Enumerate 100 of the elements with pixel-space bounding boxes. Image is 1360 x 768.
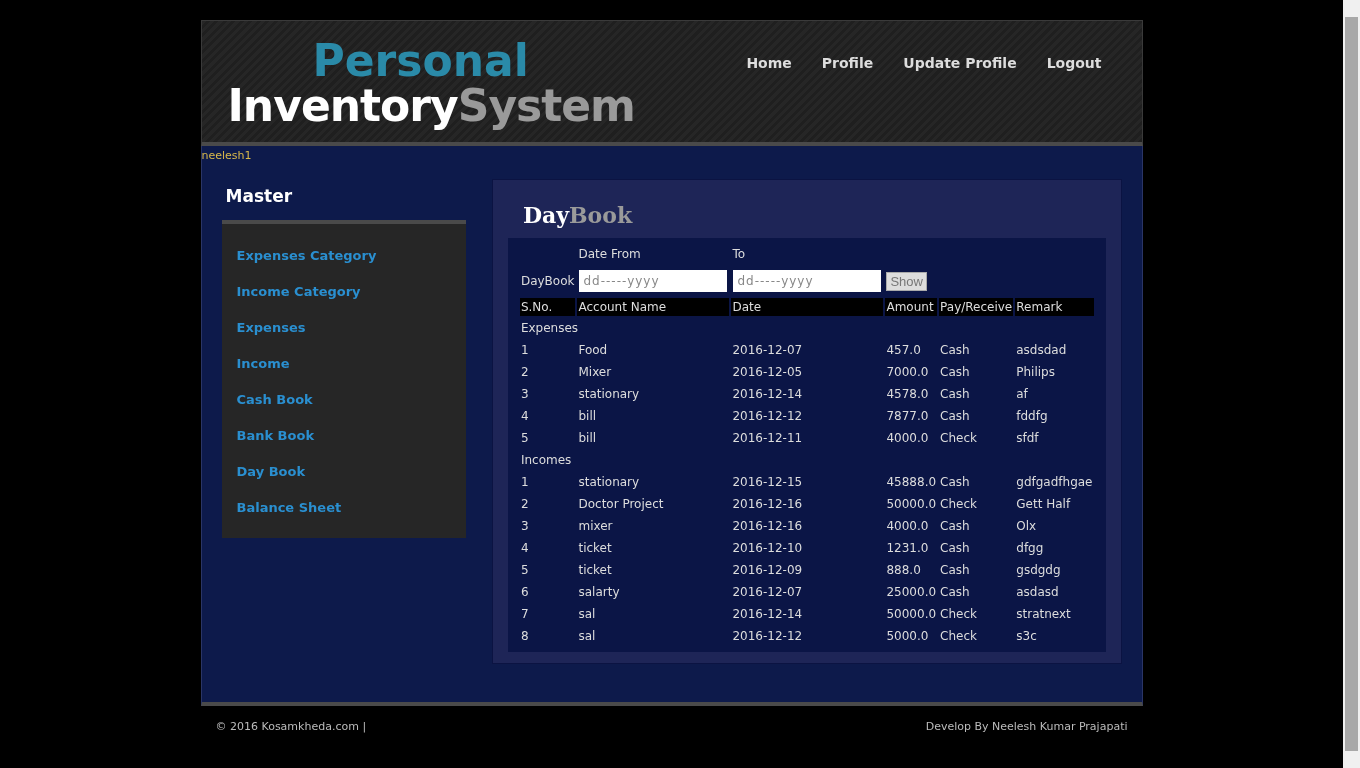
table-cell-text: Check bbox=[939, 628, 978, 645]
table-cell-text: 2016-12-07 bbox=[731, 342, 804, 359]
table-cell-text: Cash bbox=[939, 518, 971, 535]
table-cell-text: gsdgdg bbox=[1015, 562, 1062, 579]
table-cell-text: stationary bbox=[577, 386, 641, 403]
sidebar-title: Master bbox=[224, 185, 294, 208]
section-title: Incomes bbox=[520, 453, 572, 467]
table-cell-text: Cash bbox=[939, 364, 971, 381]
logo-text: Personal bbox=[312, 39, 530, 83]
table-cell-text: Food bbox=[577, 342, 609, 359]
table-cell-text: 4000.0 bbox=[885, 430, 930, 447]
sidebar-link[interactable]: Expenses Category bbox=[236, 238, 451, 274]
date-to-input[interactable]: dd-----yyyy bbox=[732, 269, 883, 293]
table-cell-text: 50000.0 bbox=[885, 496, 938, 513]
table-cell-text: 2016-12-14 bbox=[731, 386, 804, 403]
filter-label: DayBook bbox=[519, 273, 576, 290]
nav-link[interactable]: Logout bbox=[1046, 55, 1102, 71]
sidebar-link[interactable]: Balance Sheet bbox=[236, 490, 451, 526]
column-header: Amount bbox=[885, 298, 938, 316]
nav-link[interactable]: Profile bbox=[821, 55, 874, 71]
table-cell-text: bill bbox=[577, 430, 598, 447]
table-cell-text: sal bbox=[577, 628, 597, 645]
sidebar-link[interactable]: Day Book bbox=[236, 454, 451, 490]
table-cell-text: 1 bbox=[519, 342, 530, 359]
table-cell-text: Olx bbox=[1015, 518, 1038, 535]
table-cell-text: Doctor Project bbox=[577, 496, 665, 513]
column-header: Date bbox=[731, 298, 884, 316]
table-cell-text: 6 bbox=[519, 584, 530, 601]
table-cell-text: ticket bbox=[577, 562, 613, 579]
table-cell-text: 2016-12-15 bbox=[731, 474, 804, 491]
table-cell-text: 4000.0 bbox=[885, 518, 930, 535]
table-cell-text: 7877.0 bbox=[885, 408, 930, 425]
table-cell-text: 4 bbox=[519, 408, 530, 425]
table-cell-text: 2016-12-10 bbox=[731, 540, 804, 557]
scrollbar[interactable] bbox=[1343, 0, 1360, 768]
table-cell-text: mixer bbox=[577, 518, 614, 535]
table-cell-text: gdfgadfhgae bbox=[1015, 474, 1094, 491]
section-title: Expenses bbox=[520, 321, 579, 335]
table-cell-text: stationary bbox=[577, 474, 641, 491]
table-cell-text: stratnext bbox=[1015, 606, 1072, 623]
nav-link[interactable]: Home bbox=[746, 55, 792, 71]
table-cell-text: 5 bbox=[519, 562, 530, 579]
table-cell-text: 1 bbox=[519, 474, 530, 491]
table-cell-text: Cash bbox=[939, 408, 971, 425]
table-cell-text: Mixer bbox=[577, 364, 613, 381]
table-cell-text: 2016-12-14 bbox=[731, 606, 804, 623]
table-cell-text: 457.0 bbox=[885, 342, 922, 359]
table-cell-text: Check bbox=[939, 430, 978, 447]
show-button[interactable]: Show bbox=[886, 271, 927, 291]
sidebar-link[interactable]: Cash Book bbox=[236, 382, 451, 418]
table-cell-text: 7 bbox=[519, 606, 530, 623]
nav-link[interactable]: Update Profile bbox=[903, 55, 1017, 71]
table-cell-text: Gett Half bbox=[1015, 496, 1072, 513]
column-header: Remark bbox=[1015, 298, 1094, 316]
table-cell-text: dfgg bbox=[1015, 540, 1045, 557]
table-cell-text: 4578.0 bbox=[885, 386, 930, 403]
table-cell-text: Cash bbox=[939, 474, 971, 491]
table-cell-text: 50000.0 bbox=[885, 606, 938, 623]
username: neelesh1 bbox=[201, 148, 253, 162]
table-cell-text: Cash bbox=[939, 540, 971, 557]
sidebar-link[interactable]: Income bbox=[236, 346, 451, 382]
sidebar-link[interactable]: Income Category bbox=[236, 274, 451, 310]
panel-title: DayBook bbox=[521, 202, 634, 230]
table-cell-text: Cash bbox=[939, 342, 971, 359]
table-cell-text: sal bbox=[577, 606, 597, 623]
date-from-input[interactable]: dd-----yyyy bbox=[578, 269, 729, 293]
table-cell-text: 2 bbox=[519, 364, 530, 381]
column-header: Pay/Receive bbox=[939, 298, 1014, 316]
table-cell-text: 2016-12-16 bbox=[731, 496, 804, 513]
table-cell-text: Cash bbox=[939, 584, 971, 601]
table-cell-text: 1231.0 bbox=[885, 540, 930, 557]
table-cell-text: s3c bbox=[1015, 628, 1038, 645]
field-label: To bbox=[731, 246, 747, 263]
table-cell-text: 5000.0 bbox=[885, 628, 930, 645]
table-cell-text: 2016-12-09 bbox=[731, 562, 804, 579]
credit-text: Develop By Neelesh Kumar Prajapati bbox=[925, 720, 1128, 733]
field-label: Date From bbox=[577, 246, 642, 263]
table-cell-text: fddfg bbox=[1015, 408, 1049, 425]
table-cell-text: 3 bbox=[519, 386, 530, 403]
sidebar-link[interactable]: Bank Book bbox=[236, 418, 451, 454]
table-cell-text: 3 bbox=[519, 518, 530, 535]
table-cell-text: Cash bbox=[939, 386, 971, 403]
sidebar-link[interactable]: Expenses bbox=[236, 310, 451, 346]
table-cell-text: 2016-12-05 bbox=[731, 364, 804, 381]
table-cell-text: 45888.0 bbox=[885, 474, 938, 491]
logo-text: InventorySystem bbox=[227, 83, 635, 129]
table-cell-text: Philips bbox=[1015, 364, 1056, 381]
table-cell-text: 2016-12-12 bbox=[731, 628, 804, 645]
table-cell-text: bill bbox=[577, 408, 598, 425]
table-cell-text: Check bbox=[939, 606, 978, 623]
table-cell-text: 7000.0 bbox=[885, 364, 930, 381]
table-cell-text: ticket bbox=[577, 540, 613, 557]
table-cell-text: salarty bbox=[577, 584, 621, 601]
table-cell-text: 2016-12-16 bbox=[731, 518, 804, 535]
table-cell-text: 8 bbox=[519, 628, 530, 645]
table-cell-text: 4 bbox=[519, 540, 530, 557]
copyright-text: © 2016 Kosamkheda.com | bbox=[215, 720, 367, 733]
table-cell-text: af bbox=[1015, 386, 1029, 403]
table-cell-text: 2016-12-12 bbox=[731, 408, 804, 425]
table-cell-text: 25000.0 bbox=[885, 584, 938, 601]
